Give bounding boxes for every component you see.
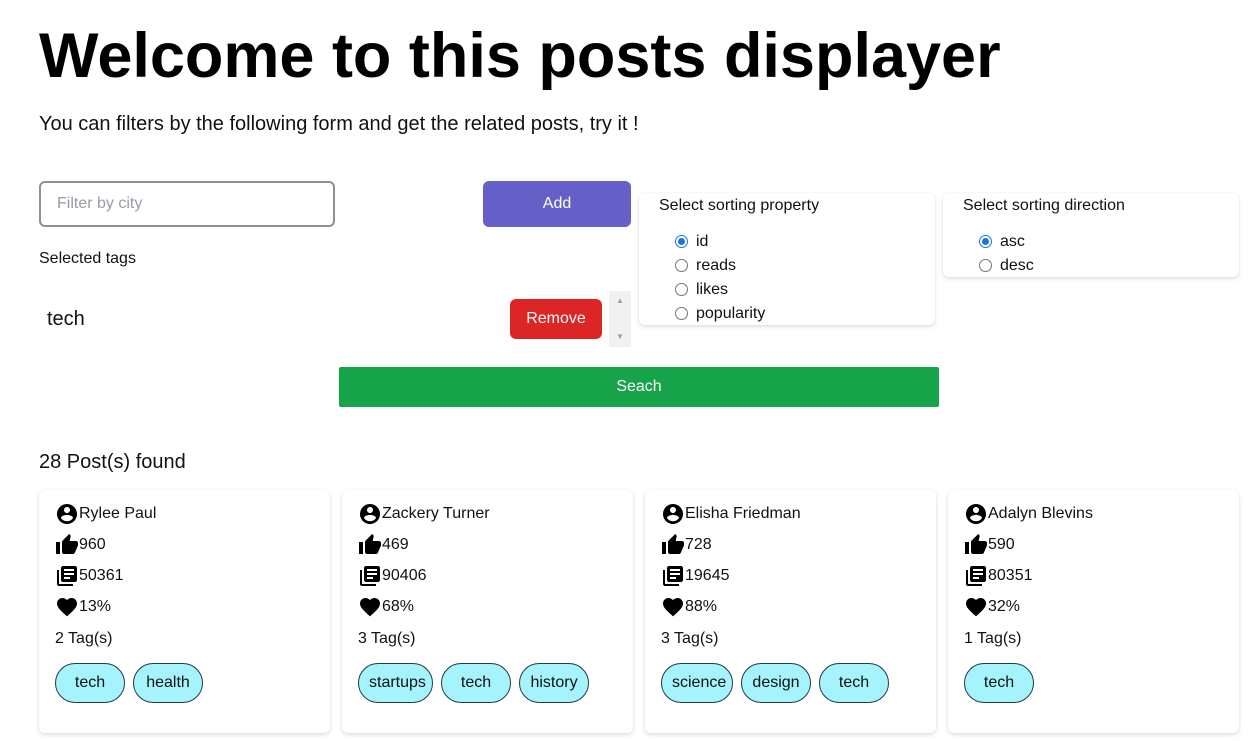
likes-count: 960 [79, 536, 106, 553]
posts-found-count: 28 Post(s) found [39, 451, 186, 473]
author-name: Adalyn Blevins [988, 505, 1093, 522]
library-books-icon [360, 566, 380, 586]
scroll-down-icon[interactable]: ▼ [609, 329, 631, 345]
reads-count: 19645 [685, 567, 730, 584]
tag-chip[interactable]: tech [441, 663, 511, 703]
library-books-icon [966, 566, 986, 586]
post-tag-count: 3 Tag(s) [661, 630, 719, 647]
popularity-value: 32% [988, 598, 1021, 615]
post-tags: tech [964, 663, 1042, 703]
post-tag-count: 3 Tag(s) [358, 630, 416, 647]
radio-icon[interactable] [675, 307, 688, 320]
radio-selected-icon[interactable] [675, 235, 688, 248]
tag-chip[interactable]: tech [964, 663, 1034, 703]
post-tags: science design tech [661, 663, 897, 703]
tag-chip[interactable]: tech [55, 663, 125, 703]
heart-icon [360, 598, 380, 617]
selected-tag-row: tech Remove [39, 291, 609, 347]
sort-option-label: reads [696, 257, 737, 274]
post-tag-count: 2 Tag(s) [55, 630, 113, 647]
author-name: Zackery Turner [382, 505, 490, 522]
city-filter-input[interactable] [39, 181, 335, 227]
selected-tag-name: tech [47, 308, 85, 330]
author-name: Elisha Friedman [685, 505, 801, 522]
sort-direction-panel: Select sorting direction asc desc [943, 193, 1239, 277]
post-tags: startups tech history [358, 663, 597, 703]
heart-icon [663, 598, 683, 617]
sort-option-label: id [696, 233, 709, 250]
account-circle-icon [360, 504, 380, 524]
selected-tags-list: tech Remove ▲ ▼ [39, 291, 631, 347]
sort-option-label: popularity [696, 305, 766, 322]
heart-icon [57, 598, 77, 617]
sort-property-title: Select sorting property [659, 197, 820, 214]
likes-count: 469 [382, 536, 409, 553]
page-title: Welcome to this posts displayer [39, 21, 1001, 91]
post-card: Adalyn Blevins 590 80351 32% 1 Tag(s) te… [948, 490, 1239, 733]
sort-option-label: likes [696, 281, 729, 298]
tag-chip[interactable]: history [519, 663, 589, 703]
thumb-up-icon [965, 534, 987, 554]
reads-count: 90406 [382, 567, 427, 584]
sort-direction-label: desc [1000, 257, 1034, 274]
tag-chip[interactable]: design [741, 663, 811, 703]
tag-chip[interactable]: startups [358, 663, 433, 703]
add-button[interactable]: Add [483, 181, 631, 227]
reads-count: 80351 [988, 567, 1033, 584]
reads-count: 50361 [79, 567, 124, 584]
radio-icon[interactable] [675, 259, 688, 272]
popularity-value: 68% [382, 598, 415, 615]
popularity-value: 88% [685, 598, 718, 615]
radio-selected-icon[interactable] [979, 235, 992, 248]
post-card: Zackery Turner 469 90406 68% 3 Tag(s) st… [342, 490, 633, 733]
page-subtitle: You can filters by the following form an… [39, 113, 639, 135]
account-circle-icon [663, 504, 683, 524]
tags-scrollbar[interactable]: ▲ ▼ [609, 291, 631, 347]
account-circle-icon [57, 504, 77, 524]
radio-icon[interactable] [675, 283, 688, 296]
search-button[interactable]: Seach [339, 367, 939, 407]
heart-icon [966, 598, 986, 617]
library-books-icon [57, 566, 77, 586]
thumb-up-icon [56, 534, 78, 554]
tag-chip[interactable]: science [661, 663, 733, 703]
sort-direction-label: asc [1000, 233, 1025, 250]
radio-icon[interactable] [979, 259, 992, 272]
post-card: Elisha Friedman 728 19645 88% 3 Tag(s) s… [645, 490, 936, 733]
author-name: Rylee Paul [79, 505, 157, 522]
selected-tags-label: Selected tags [39, 250, 136, 267]
sort-property-panel: Select sorting property id reads likes p… [639, 193, 935, 325]
likes-count: 728 [685, 536, 712, 553]
scroll-up-icon[interactable]: ▲ [609, 293, 631, 309]
post-card: Rylee Paul 960 50361 13% 2 Tag(s) tech h… [39, 490, 330, 733]
likes-count: 590 [988, 536, 1015, 553]
library-books-icon [663, 566, 683, 586]
tag-chip[interactable]: health [133, 663, 203, 703]
post-tag-count: 1 Tag(s) [964, 630, 1022, 647]
account-circle-icon [966, 504, 986, 524]
thumb-up-icon [662, 534, 684, 554]
remove-tag-button[interactable]: Remove [510, 299, 602, 339]
popularity-value: 13% [79, 598, 112, 615]
sort-direction-title: Select sorting direction [963, 197, 1125, 214]
tag-chip[interactable]: tech [819, 663, 889, 703]
thumb-up-icon [359, 534, 381, 554]
post-tags: tech health [55, 663, 211, 703]
